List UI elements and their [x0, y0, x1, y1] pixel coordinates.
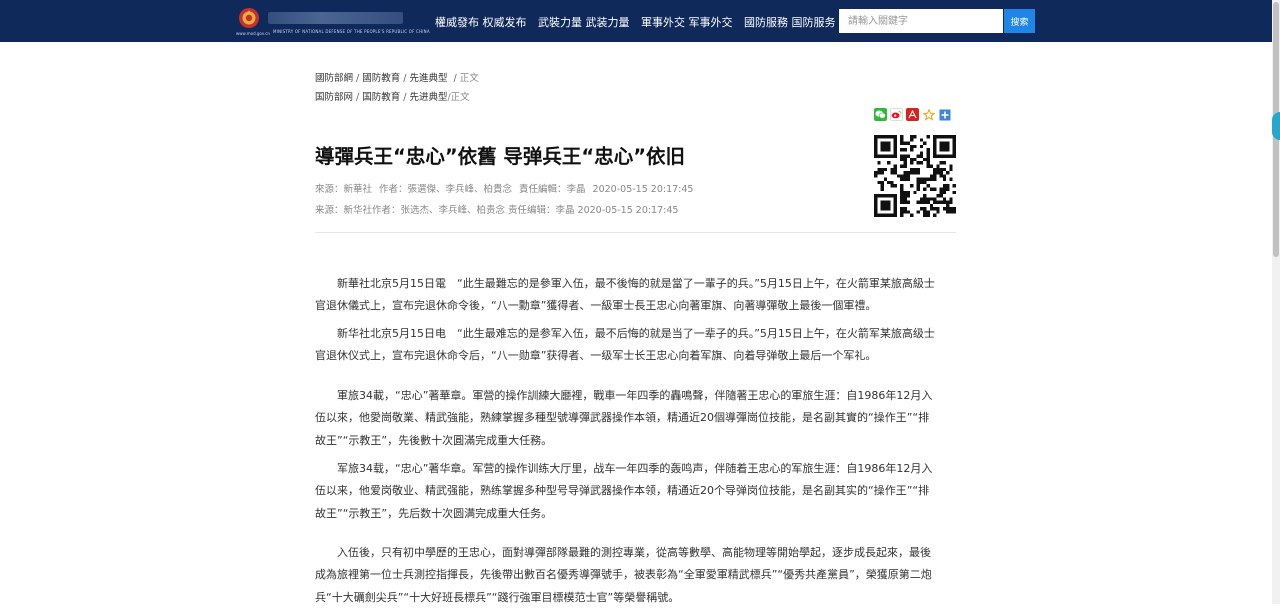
article-meta-simplified: 来源：新华社作者：张选杰、李兵峰、柏贵念 责任编辑：李晶 2020-05-15 … [315, 205, 679, 216]
side-floating-widget[interactable] [1272, 112, 1280, 140]
article-paragraph: 新華社北京5月15日電 “此生最難忘的是參軍入伍，最不後悔的就是當了一輩子的兵。… [315, 277, 935, 313]
favorite-star-icon[interactable] [922, 108, 935, 121]
search-button[interactable]: 搜索 [1004, 9, 1035, 33]
vertical-scrollbar[interactable] [1272, 0, 1280, 604]
breadcrumb-current: 正文 [450, 92, 470, 103]
breadcrumb-link[interactable]: 国防教育 [362, 92, 400, 103]
pdf-icon[interactable] [906, 108, 919, 121]
wechat-icon[interactable] [874, 108, 887, 121]
article-title: 導彈兵王“忠心”依舊 导弹兵王“忠心”依旧 [315, 145, 686, 168]
site-english-name: MINISTRY OF NATIONAL DEFENSE OF THE PEOP… [273, 29, 430, 34]
article-paragraph: 新华社北京5月15日电 “此生最难忘的是参军入伍，最不后悔的就是当了一辈子的兵。… [315, 327, 935, 363]
breadcrumb-link[interactable]: 先進典型 [409, 73, 447, 84]
article-meta-traditional: 來源：新華社 作者：張選傑、李兵峰、柏貴念 責任編輯：李晶 2020-05-15 20… [315, 181, 700, 195]
top-navigation-bar: www.mod.gov.cn MINISTRY OF NATIONAL DEFE… [0, 0, 1272, 42]
nav-defense-services[interactable]: 國防服務 国防服务 [744, 14, 836, 30]
breadcrumb-link[interactable]: 先进典型 [409, 92, 447, 103]
nav-armed-forces[interactable]: 武裝力量 武装力量 [538, 14, 630, 30]
article-date: 2020-05-15 20:17:45 [592, 184, 694, 195]
share-toolbar [874, 108, 951, 121]
more-share-icon[interactable] [938, 108, 951, 121]
nav-military-diplomacy[interactable]: 軍事外交 军事外交 [641, 14, 733, 30]
article-paragraph: 入伍後，只有初中學歷的王忠心，面對導彈部隊最難的測控專業，從高等數學、高能物理等… [315, 546, 932, 604]
breadcrumb-link[interactable]: 国防部网 [315, 92, 353, 103]
header-divider [315, 232, 956, 233]
breadcrumb-link[interactable]: 國防部網 [315, 73, 353, 84]
national-emblem-icon[interactable] [238, 7, 260, 29]
article-editor: 責任編輯：李晶 [519, 184, 586, 195]
breadcrumb-current: 正文 [459, 73, 479, 84]
site-logo-text[interactable] [268, 12, 403, 24]
site-url: www.mod.gov.cn [236, 31, 270, 36]
search-input[interactable] [839, 9, 1003, 33]
breadcrumb-simplified: 国防部网 / 国防教育 / 先进典型/正文 [315, 92, 470, 103]
article-authors: 作者：張選傑、李兵峰、柏貴念 [379, 184, 513, 195]
weibo-icon[interactable] [890, 108, 903, 121]
article-source: 來源：新華社 [315, 184, 373, 195]
breadcrumb-traditional: 國防部網 / 國防教育 / 先進典型 / 正文 [315, 73, 479, 84]
article-paragraph: 軍旅34載，“忠心”著華章。軍營的操作訓練大廳裡，戰車一年四季的轟鳴聲，伴隨著王… [315, 389, 933, 447]
breadcrumb-link[interactable]: 國防教育 [362, 73, 400, 84]
nav-authoritative-release[interactable]: 權威發布 权威发布 [435, 14, 527, 30]
qr-code [874, 135, 956, 217]
article-paragraph: 军旅34载，“忠心”著华章。军营的操作训练大厅里，战车一年四季的轰鸣声，伴随着王… [315, 462, 933, 520]
